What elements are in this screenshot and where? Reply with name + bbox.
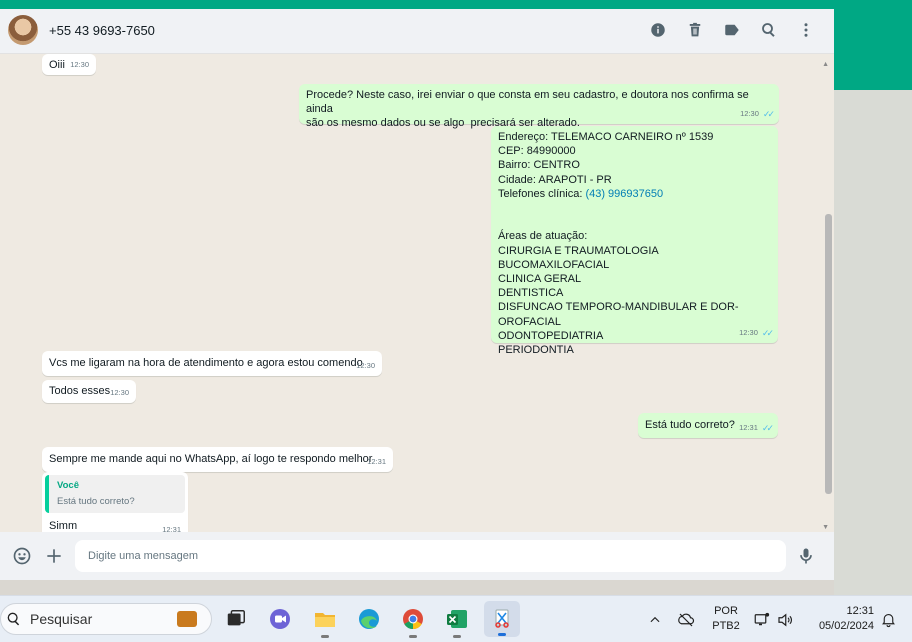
input-language-indicator[interactable]: POR PTB2 [706,604,746,634]
message-incoming[interactable]: Vcs me ligaram na hora de atendimento e … [42,351,382,376]
message-text: Simm [49,520,78,533]
message-incoming[interactable]: Oiii 12:30 [42,54,96,75]
message-outgoing[interactable]: Endereço: TELEMACO CARNEIRO nº 1539 CEP:… [491,126,778,355]
message-outgoing[interactable]: Procede? Neste caso, irei enviar o que c… [299,84,779,129]
message-meta: 12:31 [367,455,386,469]
taskbar-search[interactable]: Pesquisar [0,603,212,635]
message-text: Oiii [49,59,65,71]
contact-avatar[interactable] [8,15,38,45]
message-composer [0,532,834,580]
message-list[interactable]: Oiii 12:30 Procede? Neste caso, irei env… [0,54,834,540]
running-indicator [321,635,329,638]
label-icon[interactable] [722,20,742,40]
message-text: Procede? Neste caso, irei enviar o que c… [306,89,749,130]
snipping-tool-icon[interactable] [484,601,520,637]
message-time: 12:30 [70,59,89,69]
quoted-message[interactable]: Você Está tudo correto? [45,475,185,514]
message-text: Está tudo correto? [645,419,735,431]
read-ticks-icon: ✓✓ [761,422,774,433]
task-view-icon[interactable] [223,606,249,632]
show-hidden-icons-icon[interactable] [648,596,662,642]
message-text-part: Áreas de atuação: CIRURGIA E TRAUMATOLOG… [498,230,739,357]
system-clock[interactable]: 12:31 05/02/2024 [806,604,874,634]
message-meta: 12:30 ✓✓ [740,107,775,121]
app-top-strip [0,0,912,9]
quote-text: Está tudo correto? [57,496,135,508]
message-meta: 12:30 [356,359,375,373]
trash-icon[interactable] [685,20,705,40]
message-meta: 12:31 ✓✓ [739,421,774,435]
running-indicator [409,635,417,638]
keyboard-layout: PTB2 [712,620,740,632]
scroll-down-arrow-icon[interactable]: ▼ [822,524,829,531]
menu-icon[interactable] [796,20,816,40]
microphone-icon[interactable] [795,545,817,567]
windows-taskbar: Pesquisar POR PTB2 12:31 05/02/2024 [0,595,912,642]
search-label: Pesquisar [30,611,93,627]
attach-plus-icon[interactable] [43,545,65,567]
briefcase-icon [177,611,197,627]
file-explorer-icon[interactable] [312,606,338,638]
message-time: 12:30 [739,327,758,337]
volume-icon[interactable] [776,596,794,642]
header-actions [648,20,816,40]
scroll-thumb[interactable] [825,214,832,494]
message-input[interactable] [75,540,786,572]
clock-time: 12:31 [846,605,874,617]
chat-scrollbar[interactable]: ▲ ▼ [822,59,832,531]
excel-icon[interactable] [444,606,470,638]
message-incoming-reply[interactable]: Você Está tudo correto? Simm 12:31 [42,472,188,540]
message-outgoing[interactable]: Está tudo correto? 12:31 ✓✓ [638,413,778,438]
running-indicator [498,633,506,636]
search-icon [7,612,20,626]
chat-header: +55 43 9693-7650 [0,9,834,54]
message-time: 12:31 [367,456,386,466]
message-time: 12:30 [110,387,129,397]
phone-link[interactable]: (43) 996937650 [585,188,663,200]
scroll-up-arrow-icon[interactable]: ▲ [822,61,829,68]
network-offline-icon[interactable] [677,596,695,642]
message-time: 12:30 [740,108,759,118]
notification-bell-icon[interactable] [880,596,897,642]
message-text: Endereço: TELEMACO CARNEIRO nº 1539 CEP:… [498,131,739,356]
message-incoming[interactable]: Sempre me mande aqui no WhatsApp, aí log… [42,447,393,472]
chat-window: +55 43 9693-7650 Oiii 12:30 Procede? Nes… [0,9,834,580]
info-icon[interactable] [648,20,668,40]
message-text: Vcs me ligaram na hora de atendimento e … [49,357,363,369]
language-code: POR [714,605,738,617]
search-icon[interactable] [759,20,779,40]
read-ticks-icon: ✓✓ [761,327,774,338]
running-indicator [453,635,461,638]
message-time: 12:31 [739,422,758,432]
message-incoming[interactable]: Todos esses 12:30 [42,380,136,403]
edge-browser-icon[interactable] [356,606,382,632]
chrome-browser-icon[interactable] [400,606,426,638]
message-text: Sempre me mande aqui no WhatsApp, aí log… [49,453,373,465]
quote-author: Você [57,480,80,491]
emoji-icon[interactable] [11,545,33,567]
teams-meet-icon[interactable] [267,606,293,632]
read-ticks-icon: ✓✓ [762,108,775,119]
message-text: Todos esses [49,385,111,397]
contact-name[interactable]: +55 43 9693-7650 [49,23,155,38]
app-side-strip [834,0,912,90]
message-time: 12:30 [356,360,375,370]
display-icon[interactable] [753,596,771,642]
message-meta: 12:30 [110,386,129,400]
clock-date: 05/02/2024 [818,620,874,632]
message-meta: 12:30 ✓✓ [739,326,774,340]
message-meta: 12:30 [70,58,89,72]
app-side-background [834,90,912,595]
